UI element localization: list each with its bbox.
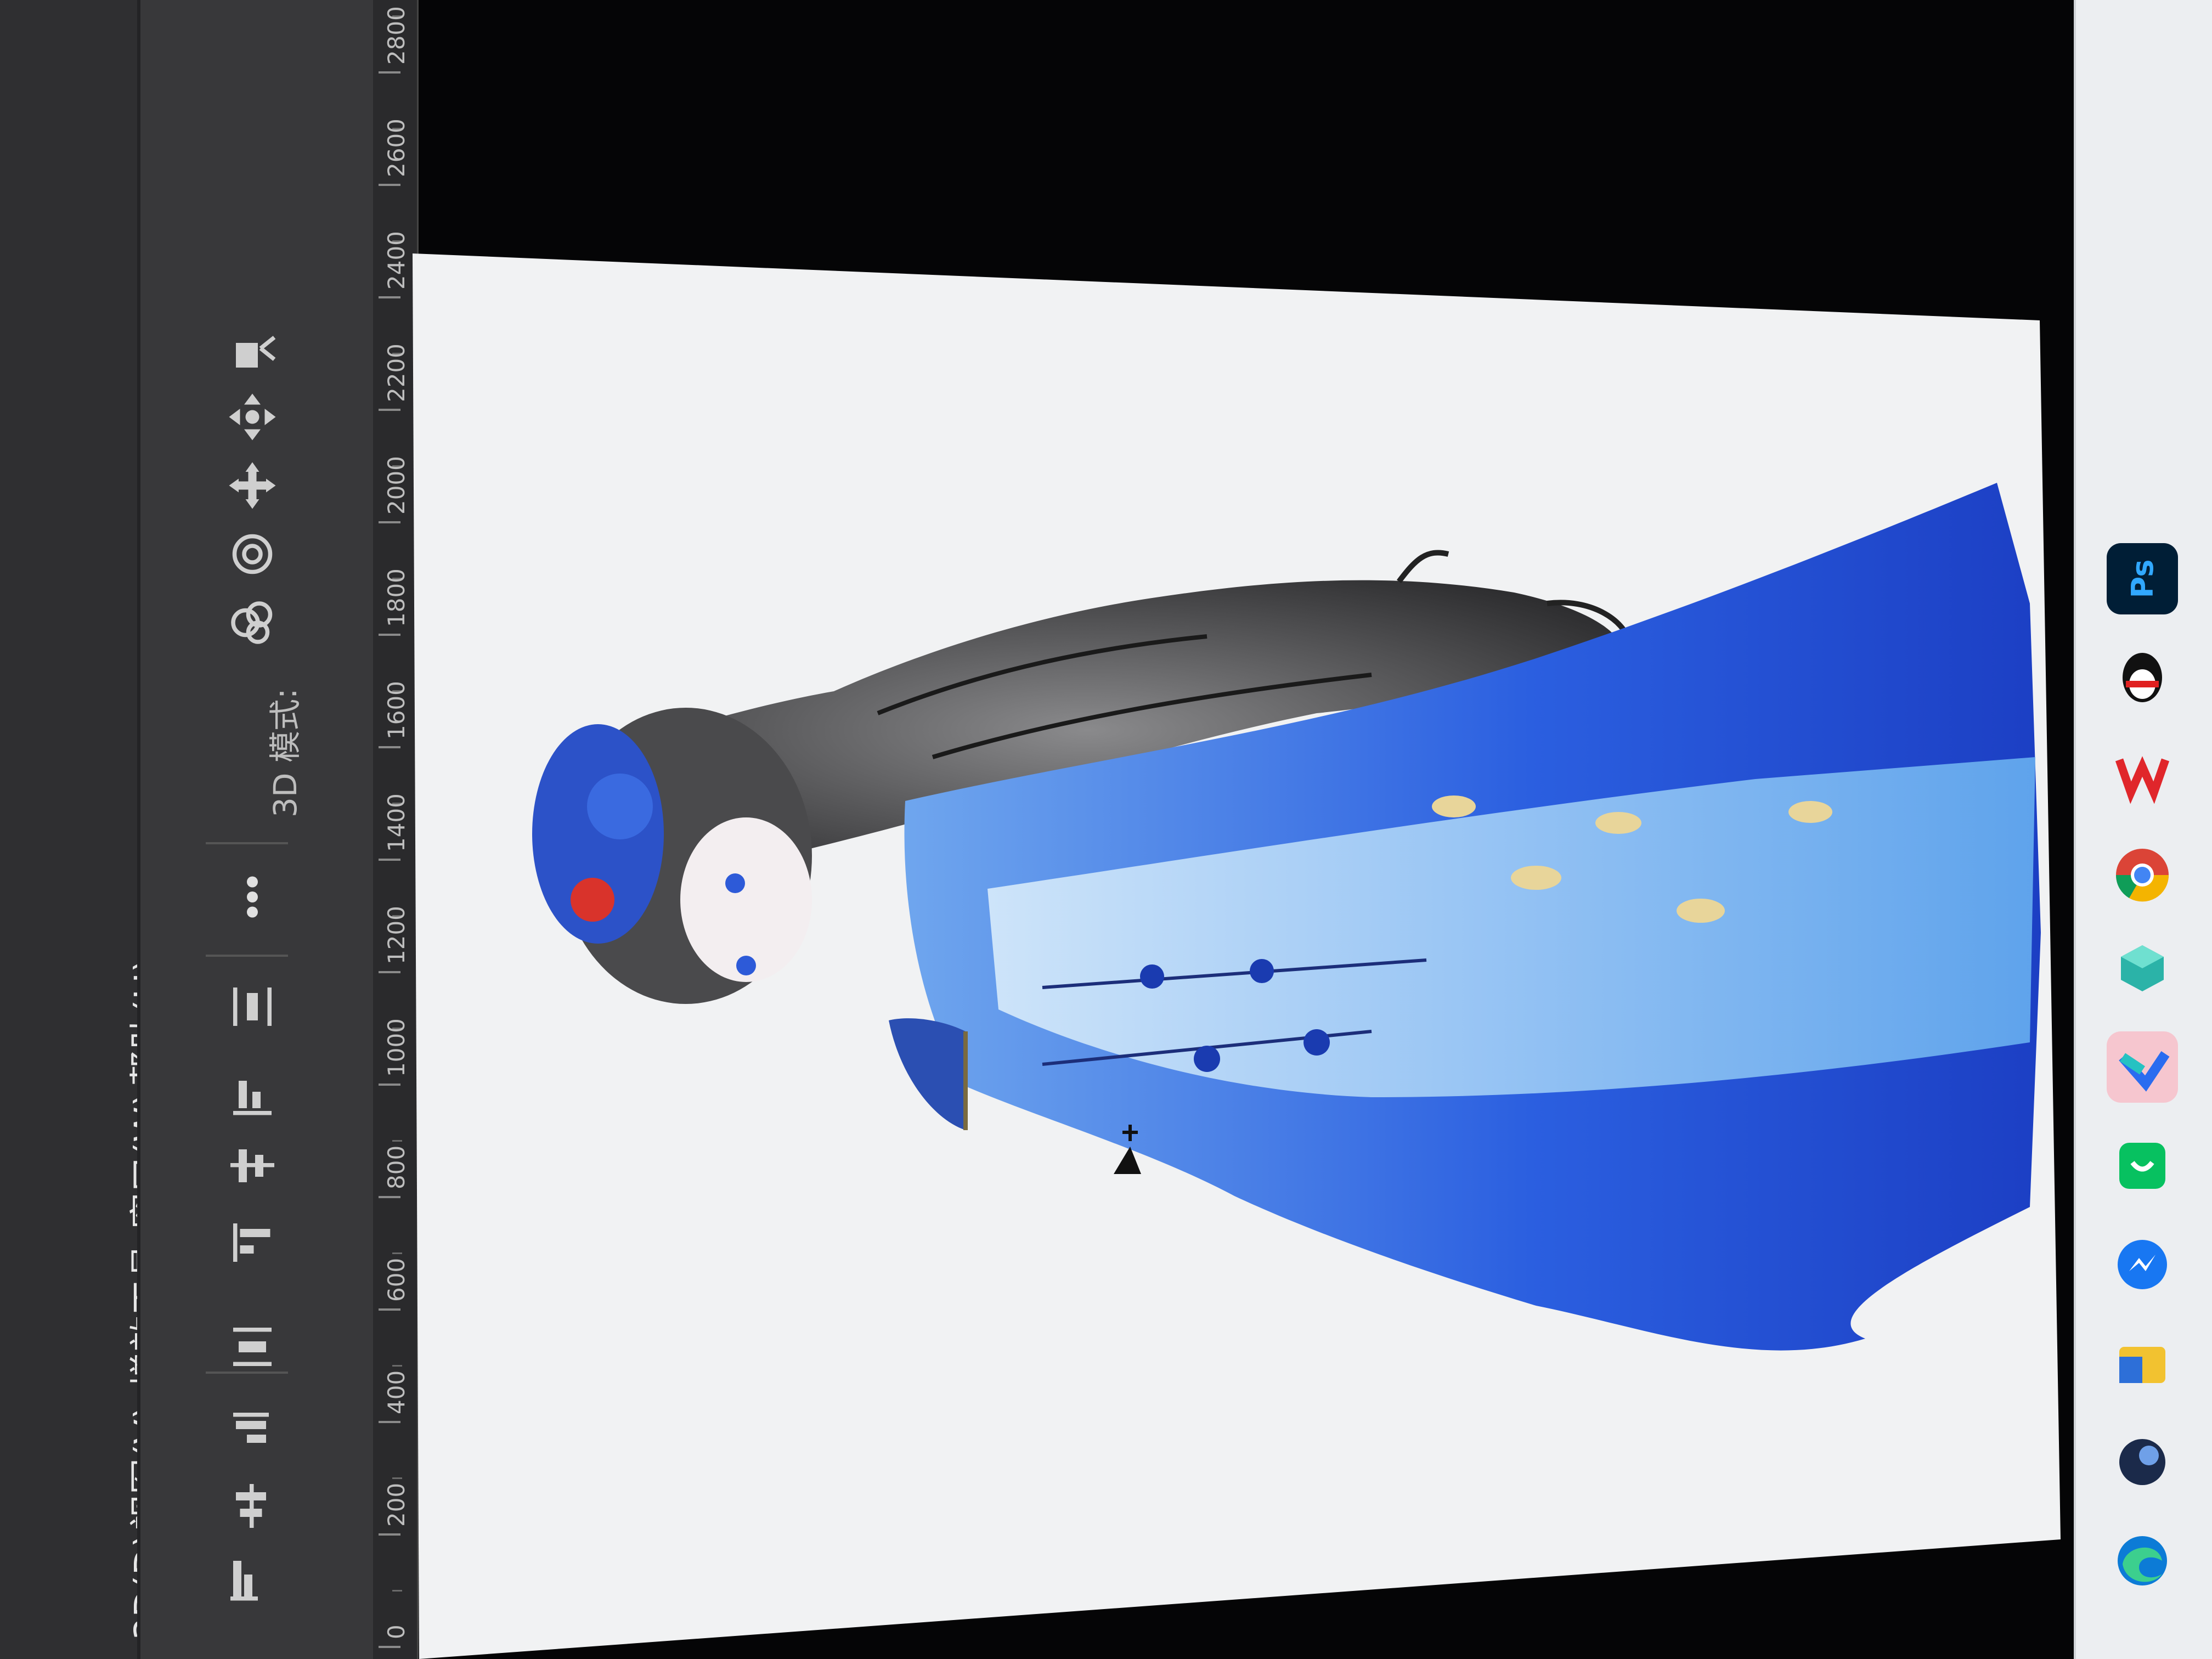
wechat-icon[interactable] [2107,1130,2178,1201]
feishu-icon[interactable] [2107,1031,2178,1103]
app-cube-icon[interactable] [2107,933,2178,1004]
app-circle-icon[interactable] [2107,1426,2178,1498]
qq-icon[interactable] [2107,642,2178,713]
taskbar [2074,0,2212,1659]
edge-icon[interactable] [2107,1525,2178,1596]
chrome-icon[interactable] [2107,839,2178,911]
photoshop-icon[interactable]: Ps [2107,543,2178,614]
messenger-icon[interactable] [2107,1229,2178,1300]
document-canvas[interactable] [0,0,2212,1659]
folder-icon[interactable] [2107,1328,2178,1399]
wps-icon[interactable] [2107,741,2178,812]
